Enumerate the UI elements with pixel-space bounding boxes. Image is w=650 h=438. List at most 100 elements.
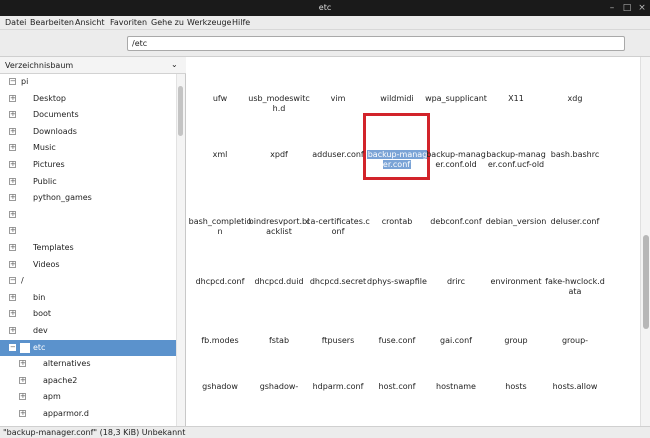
tree-item[interactable]: + Desktop	[0, 91, 176, 108]
collapse-icon[interactable]: −	[9, 277, 16, 285]
tree-item[interactable]: − etc	[0, 339, 176, 357]
file-item[interactable]: backup-manager.conf	[365, 150, 429, 170]
tree-item[interactable]: − pi	[0, 74, 176, 91]
file-item[interactable]: ufw	[188, 94, 252, 104]
file-item[interactable]: drirc	[424, 277, 488, 287]
tree-item[interactable]: + apm	[0, 389, 176, 406]
file-item[interactable]: dphys-swapfile	[365, 277, 429, 287]
file-item[interactable]: crontab	[365, 217, 429, 227]
expand-icon[interactable]: +	[9, 111, 16, 119]
file-item[interactable]: debconf.conf	[424, 217, 488, 227]
tree-item[interactable]: + Public	[0, 174, 176, 191]
menu-edit[interactable]: Bearbeiten	[30, 18, 74, 27]
tree-item[interactable]: +	[0, 207, 176, 224]
expand-icon[interactable]: +	[9, 194, 16, 202]
file-item[interactable]: gshadow	[188, 382, 252, 392]
tree-item[interactable]: − /	[0, 273, 176, 290]
file-item[interactable]: wildmidi	[365, 94, 429, 104]
tree-item[interactable]: + python_games	[0, 190, 176, 207]
file-item[interactable]: debian_version	[484, 217, 548, 227]
expand-icon[interactable]: +	[9, 177, 16, 185]
expand-icon[interactable]: +	[9, 144, 16, 152]
file-grid-scrollbar[interactable]	[640, 57, 650, 426]
collapse-icon[interactable]: −	[9, 343, 16, 351]
expand-icon[interactable]: +	[9, 244, 16, 251]
file-item[interactable]: X11	[484, 94, 548, 104]
expand-icon[interactable]: +	[9, 210, 16, 218]
tree-item[interactable]: + Downloads	[0, 124, 176, 141]
tree-item[interactable]: + Music	[0, 140, 176, 157]
expand-icon[interactable]: +	[19, 360, 26, 368]
file-item[interactable]: group	[484, 336, 548, 346]
close-icon[interactable]: ×	[637, 3, 647, 13]
file-item[interactable]: xdg	[543, 94, 607, 104]
file-item[interactable]: bash_completion	[188, 217, 252, 237]
file-item[interactable]: group-	[543, 336, 607, 346]
file-item[interactable]: fake-hwclock.data	[543, 277, 607, 297]
file-item[interactable]: fstab	[247, 336, 311, 346]
tree-scrollbar-thumb[interactable]	[178, 86, 183, 136]
tree-item[interactable]: + Videos	[0, 257, 176, 274]
file-item[interactable]: dhcpcd.conf	[188, 277, 252, 287]
file-item[interactable]: adduser.conf	[306, 150, 370, 160]
file-item[interactable]: host.conf	[365, 382, 429, 392]
expand-icon[interactable]: +	[9, 161, 16, 168]
tree-item[interactable]: +	[0, 223, 176, 240]
file-item[interactable]: usb_modeswitch.d	[247, 94, 311, 114]
tree-item[interactable]: + dev	[0, 323, 176, 340]
expand-icon[interactable]: +	[9, 227, 16, 235]
chevron-down-icon[interactable]: ⌄	[171, 60, 178, 69]
location-bar[interactable]: /etc	[127, 36, 625, 51]
menu-go[interactable]: Gehe zu	[151, 18, 184, 27]
menu-view[interactable]: Ansicht	[75, 18, 105, 27]
menu-file[interactable]: Datei	[5, 18, 26, 27]
tree-item[interactable]: + alternatives	[0, 356, 176, 373]
file-item[interactable]: environment	[484, 277, 548, 287]
menu-help[interactable]: Hilfe	[232, 18, 250, 27]
file-item[interactable]: fuse.conf	[365, 336, 429, 346]
expand-icon[interactable]: +	[9, 327, 16, 334]
tree-item[interactable]: + Pictures	[0, 157, 176, 174]
expand-icon[interactable]: +	[19, 410, 26, 417]
tree-item[interactable]: + Templates	[0, 240, 176, 257]
tree-item[interactable]: + boot	[0, 306, 176, 323]
file-item[interactable]: fb.modes	[188, 336, 252, 346]
expand-icon[interactable]: +	[19, 393, 26, 401]
menu-tools[interactable]: Werkzeuge	[187, 18, 231, 27]
file-item[interactable]: hostname	[424, 382, 488, 392]
file-item[interactable]: gai.conf	[424, 336, 488, 346]
file-item[interactable]: hdparm.conf	[306, 382, 370, 392]
expand-icon[interactable]: +	[9, 94, 16, 102]
file-item[interactable]: dhcpcd.secret	[306, 277, 370, 287]
tree-scrollbar[interactable]	[176, 74, 185, 426]
file-item[interactable]: bash.bashrc	[543, 150, 607, 160]
collapse-icon[interactable]: −	[9, 78, 16, 85]
file-grid-scrollbar-thumb[interactable]	[643, 235, 649, 329]
tree-item[interactable]: + apache2	[0, 373, 176, 390]
file-item[interactable]: xpdf	[247, 150, 311, 160]
tree-item[interactable]: + bin	[0, 290, 176, 307]
menu-favorites[interactable]: Favoriten	[110, 18, 147, 27]
file-item[interactable]: backup-manager.conf.ucf-old	[484, 150, 548, 170]
expand-icon[interactable]: +	[9, 260, 16, 268]
file-item[interactable]: xml	[188, 150, 252, 160]
file-item[interactable]: gshadow-	[247, 382, 311, 392]
file-item[interactable]: bindresvport.blacklist	[247, 217, 311, 237]
minimize-icon[interactable]: –	[607, 3, 617, 13]
tree-item[interactable]: + Documents	[0, 107, 176, 124]
file-item[interactable]: backup-manager.conf.old	[424, 150, 488, 170]
file-item[interactable]: vim	[306, 94, 370, 104]
sidebar-view-select[interactable]: Verzeichnisbaum ⌄	[0, 57, 186, 74]
expand-icon[interactable]: +	[9, 293, 16, 301]
expand-icon[interactable]: +	[9, 310, 16, 318]
file-item[interactable]: ftpusers	[306, 336, 370, 346]
file-item[interactable]: wpa_supplicant	[424, 94, 488, 104]
tree-item[interactable]: + apparmor.d	[0, 406, 176, 423]
file-item[interactable]: hosts	[484, 382, 548, 392]
expand-icon[interactable]: +	[9, 127, 16, 135]
maximize-icon[interactable]: □	[622, 3, 632, 13]
file-item[interactable]: dhcpcd.duid	[247, 277, 311, 287]
file-item[interactable]: deluser.conf	[543, 217, 607, 227]
file-item[interactable]: ca-certificates.conf	[306, 217, 370, 237]
expand-icon[interactable]: +	[19, 376, 26, 384]
